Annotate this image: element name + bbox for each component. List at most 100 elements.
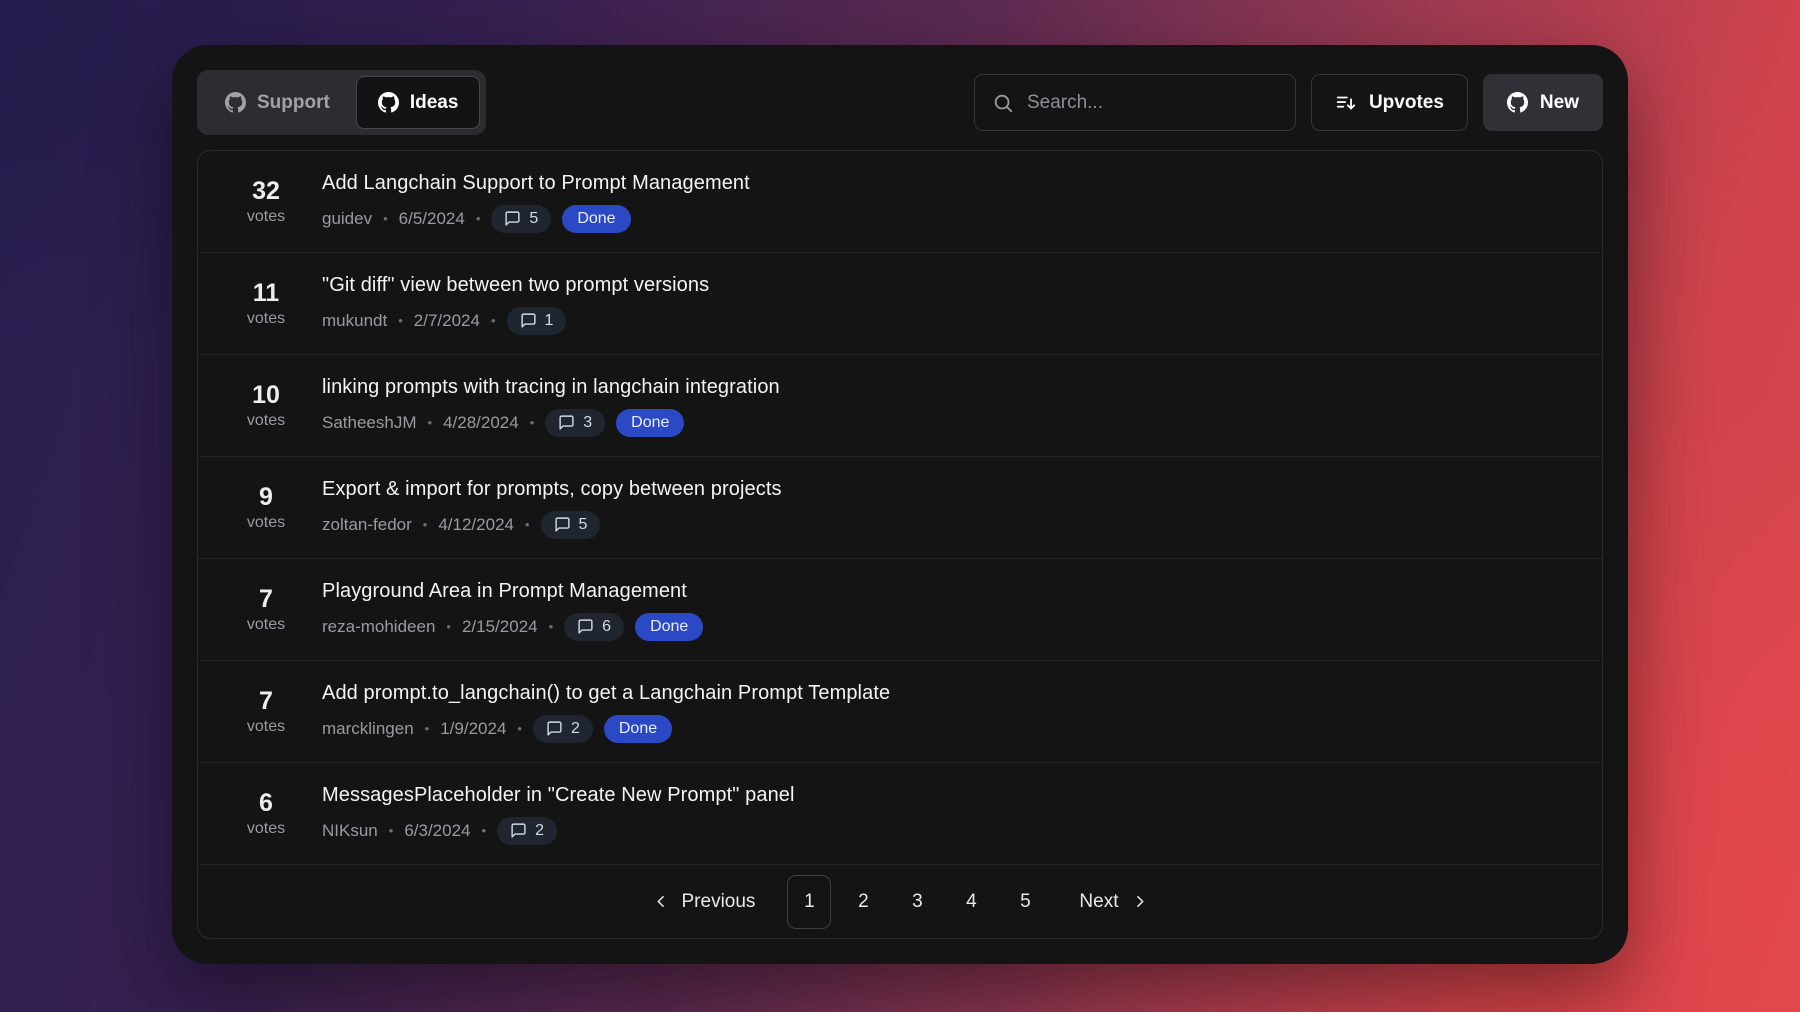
idea-author: NIKsun [322, 821, 378, 841]
idea-row[interactable]: 11 votes "Git diff" view between two pro… [198, 252, 1602, 354]
separator-dot: • [525, 517, 530, 532]
comments-badge: 5 [541, 511, 601, 539]
idea-row[interactable]: 10 votes linking prompts with tracing in… [198, 354, 1602, 456]
new-idea-label: New [1540, 92, 1579, 114]
vote-number: 7 [224, 585, 308, 614]
comment-count: 2 [571, 720, 580, 738]
idea-row[interactable]: 6 votes MessagesPlaceholder in "Create N… [198, 762, 1602, 864]
vote-count: 7 votes [224, 687, 308, 736]
new-idea-button[interactable]: New [1483, 74, 1603, 131]
votes-label: votes [224, 208, 308, 226]
idea-meta: guidev • 6/5/2024 • 5 Done [322, 205, 1576, 233]
page-3-button[interactable]: 3 [895, 875, 939, 929]
idea-title: linking prompts with tracing in langchai… [322, 375, 1576, 400]
sort-upvotes-label: Upvotes [1369, 92, 1444, 114]
idea-author: zoltan-fedor [322, 515, 412, 535]
separator-dot: • [423, 517, 428, 532]
idea-date: 4/28/2024 [443, 413, 519, 433]
toolbar: Support Ideas [197, 70, 1603, 135]
idea-row[interactable]: 9 votes Export & import for prompts, cop… [198, 456, 1602, 558]
sort-upvotes-button[interactable]: Upvotes [1311, 74, 1468, 131]
vote-number: 7 [224, 687, 308, 716]
idea-row[interactable]: 7 votes Add prompt.to_langchain() to get… [198, 660, 1602, 762]
tab-support[interactable]: Support [203, 76, 352, 129]
idea-content: linking prompts with tracing in langchai… [322, 375, 1576, 437]
comment-icon [504, 210, 521, 227]
separator-dot: • [383, 211, 388, 226]
comment-count: 1 [545, 312, 554, 330]
separator-dot: • [476, 211, 481, 226]
comment-icon [520, 312, 537, 329]
idea-row[interactable]: 7 votes Playground Area in Prompt Manage… [198, 558, 1602, 660]
next-page-label: Next [1079, 891, 1118, 913]
separator-dot: • [398, 313, 403, 328]
idea-content: Export & import for prompts, copy betwee… [322, 477, 1576, 539]
page-4-button[interactable]: 4 [949, 875, 993, 929]
separator-dot: • [517, 721, 522, 736]
separator-dot: • [428, 415, 433, 430]
idea-meta: NIKsun • 6/3/2024 • 2 [322, 817, 1576, 845]
vote-count: 11 votes [224, 279, 308, 328]
comment-icon [554, 516, 571, 533]
feedback-panel: Support Ideas [172, 45, 1628, 964]
comments-badge: 3 [545, 409, 605, 437]
idea-row[interactable]: 32 votes Add Langchain Support to Prompt… [198, 151, 1602, 252]
tab-support-label: Support [257, 92, 330, 114]
votes-label: votes [224, 820, 308, 838]
comments-badge: 5 [491, 205, 551, 233]
vote-number: 32 [224, 177, 308, 206]
separator-dot: • [549, 619, 554, 634]
chevron-left-icon [652, 892, 671, 911]
comments-badge: 2 [497, 817, 557, 845]
tab-ideas[interactable]: Ideas [356, 76, 481, 129]
idea-content: "Git diff" view between two prompt versi… [322, 273, 1576, 335]
separator-dot: • [482, 823, 487, 838]
comments-badge: 6 [564, 613, 624, 641]
comment-icon [510, 822, 527, 839]
next-page-button[interactable]: Next [1079, 891, 1148, 913]
vote-count: 9 votes [224, 483, 308, 532]
votes-label: votes [224, 310, 308, 328]
status-badge: Done [635, 613, 703, 641]
idea-content: Add prompt.to_langchain() to get a Langc… [322, 681, 1576, 743]
previous-page-label: Previous [682, 891, 756, 913]
github-icon [225, 92, 246, 113]
separator-dot: • [389, 823, 394, 838]
idea-author: SatheeshJM [322, 413, 417, 433]
idea-content: MessagesPlaceholder in "Create New Promp… [322, 783, 1576, 845]
idea-date: 6/5/2024 [399, 209, 465, 229]
idea-meta: mukundt • 2/7/2024 • 1 [322, 307, 1576, 335]
separator-dot: • [425, 721, 430, 736]
page-5-button[interactable]: 5 [1003, 875, 1047, 929]
vote-number: 10 [224, 381, 308, 410]
idea-title: Export & import for prompts, copy betwee… [322, 477, 1576, 502]
ideas-rows: 32 votes Add Langchain Support to Prompt… [198, 151, 1602, 864]
separator-dot: • [491, 313, 496, 328]
github-icon [378, 92, 399, 113]
separator-dot: • [446, 619, 451, 634]
search-box[interactable] [974, 74, 1296, 131]
pagination: Previous 12345 Next [198, 864, 1602, 938]
comment-count: 6 [602, 618, 611, 636]
idea-date: 6/3/2024 [404, 821, 470, 841]
vote-number: 9 [224, 483, 308, 512]
separator-dot: • [530, 415, 535, 430]
idea-date: 1/9/2024 [440, 719, 506, 739]
vote-number: 11 [224, 279, 308, 308]
tab-ideas-label: Ideas [410, 92, 459, 114]
idea-content: Add Langchain Support to Prompt Manageme… [322, 171, 1576, 233]
comment-count: 2 [535, 822, 544, 840]
toolbar-actions: Upvotes New [974, 74, 1603, 131]
idea-content: Playground Area in Prompt Management rez… [322, 579, 1576, 641]
search-input[interactable] [1027, 92, 1278, 114]
idea-author: mukundt [322, 311, 387, 331]
idea-title: Playground Area in Prompt Management [322, 579, 1576, 604]
previous-page-button[interactable]: Previous [652, 891, 756, 913]
search-icon [992, 92, 1014, 114]
comments-badge: 1 [507, 307, 567, 335]
comment-count: 5 [529, 210, 538, 228]
board-tabs: Support Ideas [197, 70, 486, 135]
comment-count: 3 [583, 414, 592, 432]
page-2-button[interactable]: 2 [841, 875, 885, 929]
page-1-button-current[interactable]: 1 [787, 875, 831, 929]
